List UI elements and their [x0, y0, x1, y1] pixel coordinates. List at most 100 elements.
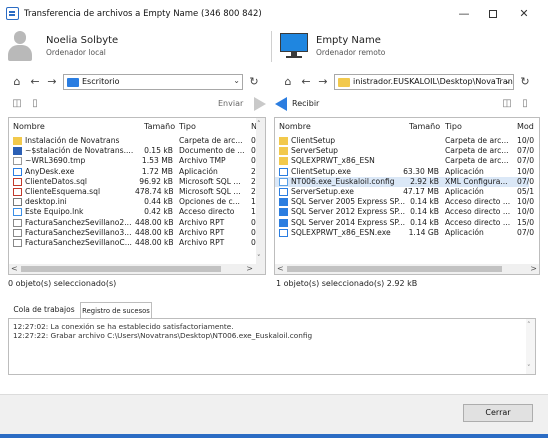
- receive-button[interactable]: Recibir: [292, 99, 319, 108]
- column-header-type[interactable]: Tipo: [179, 122, 196, 131]
- send-arrow-icon[interactable]: [254, 97, 266, 111]
- local-path-text: Escritorio: [82, 77, 120, 86]
- local-file-list[interactable]: Nombre Tamaño Tipo N Instalación de Nova…: [8, 117, 266, 275]
- file-size: 47.17 MB: [403, 186, 439, 196]
- file-row[interactable]: ClientSetup Carpeta de arc... 10/0: [275, 136, 534, 146]
- file-row[interactable]: ClienteDatos.sql 96.92 kB Microsoft SQL ..…: [9, 177, 256, 187]
- local-path-input[interactable]: Escritorio ⌄: [63, 74, 243, 90]
- file-row[interactable]: ClienteEsquema.sql 478.74 kB Microsoft SQL…: [9, 186, 256, 197]
- maximize-icon: [489, 10, 497, 18]
- scroll-up-icon[interactable]: ˄: [257, 120, 261, 128]
- file-row[interactable]: SQL Server 2012 Express SP... 0.14 kB Acce…: [275, 207, 534, 217]
- local-path-dropdown-icon[interactable]: ⌄: [233, 76, 240, 85]
- receive-arrow-icon[interactable]: [275, 97, 287, 111]
- local-vertical-scrollbar[interactable]: ˄ ˅: [256, 118, 265, 264]
- scroll-left-icon[interactable]: <: [277, 264, 284, 273]
- file-row[interactable]: SQL Server 2005 Express SP... 0.14 kB Acce…: [275, 197, 534, 207]
- local-delete-icon[interactable]: ▯: [28, 97, 42, 111]
- file-row[interactable]: FacturaSanchezSevillano3... 448.00 kB Arch…: [9, 228, 256, 238]
- file-name: ServerSetup: [291, 146, 339, 156]
- file-row[interactable]: FacturaSanchezSevillanoC... 448.00 kB Arch…: [9, 237, 256, 248]
- local-home-icon[interactable]: ⌂: [10, 74, 24, 90]
- local-user-avatar-icon: [8, 31, 32, 61]
- file-modified: 10/0: [517, 136, 535, 145]
- file-row[interactable]: SQL Server 2014 Express SP... 0.14 kB Acce…: [275, 217, 534, 228]
- local-forward-button[interactable]: →: [45, 74, 59, 90]
- file-type: Aplicación: [445, 166, 484, 176]
- file-row[interactable]: desktop.ini 0.44 kB Opciones de c... 1: [9, 197, 256, 207]
- sqlserver-icon: [279, 208, 288, 217]
- remote-back-button[interactable]: ←: [299, 74, 313, 90]
- sqlserver-icon: [279, 198, 288, 207]
- window-title: Transferencia de archivos a Empty Name (…: [24, 9, 262, 19]
- column-header-modified[interactable]: Mod: [517, 122, 534, 131]
- scroll-down-icon[interactable]: ˅: [257, 254, 261, 262]
- file-row[interactable]: Este Equipo.lnk 0.42 kB Acceso directo 1: [9, 207, 256, 217]
- file-name: Este Equipo.lnk: [25, 207, 84, 217]
- local-status-text: 0 objeto(s) seleccionado(s): [8, 279, 117, 288]
- local-refresh-button[interactable]: ↻: [247, 74, 261, 90]
- scroll-right-icon[interactable]: >: [246, 264, 253, 273]
- file-row[interactable]: AnyDesk.exe 1.72 MB Aplicación 2: [9, 167, 256, 177]
- file-row[interactable]: SQLEXPRWT_x86_ESN.exe 1.14 GB Aplicación 07…: [275, 227, 534, 238]
- log-scrollbar[interactable]: ˄ ˅: [526, 319, 535, 374]
- file-row[interactable]: ServerSetup.exe 47.17 MB Aplicación 05/1: [275, 186, 534, 197]
- column-header-size[interactable]: Tamaño: [144, 122, 175, 131]
- column-header-name[interactable]: Nombre: [279, 122, 311, 131]
- file-size: 1.14 GB: [408, 227, 439, 237]
- file-row[interactable]: NT006.exe_Euskaloil.config 2.92 kB XML Con…: [275, 176, 534, 187]
- remote-hscroll-thumb[interactable]: [287, 266, 502, 272]
- send-button[interactable]: Enviar: [218, 99, 243, 108]
- file-modified: 10/0: [517, 166, 535, 176]
- file-row[interactable]: ~$stalación de Novatrans.... 0.15 kB Docum…: [9, 146, 256, 156]
- file-type: Archivo RPT: [179, 217, 225, 227]
- file-row[interactable]: ~WRL3690.tmp 1.53 MB Archivo TMP 0: [9, 156, 256, 166]
- folder-icon: [279, 147, 288, 156]
- remote-new-folder-icon[interactable]: ◫: [500, 97, 514, 111]
- close-window-button[interactable]: ✕: [507, 3, 541, 25]
- remote-file-list[interactable]: Nombre Tamaño Tipo Mod ClientSetup Carpet…: [274, 117, 540, 275]
- header-divider: [271, 31, 272, 62]
- file-name: SQLEXPRWT_x86_ESN.exe: [291, 227, 391, 237]
- file-name: FacturaSanchezSevillanoC...: [25, 237, 132, 247]
- file-modified: 07/0: [517, 176, 535, 186]
- local-new-folder-icon[interactable]: ◫: [10, 97, 24, 111]
- ini-icon: [13, 198, 22, 207]
- local-horizontal-scrollbar[interactable]: < >: [9, 264, 265, 274]
- file-row[interactable]: FacturaSanchezSevillano2... 448.00 kB Arch…: [9, 217, 256, 228]
- scroll-up-icon[interactable]: ˄: [527, 321, 531, 329]
- remote-folder-icon: [338, 78, 350, 87]
- maximize-button[interactable]: [476, 3, 510, 25]
- file-row[interactable]: ServerSetup Carpeta de arc... 07/0: [275, 146, 534, 156]
- column-header-type[interactable]: Tipo: [445, 122, 462, 131]
- column-header-name[interactable]: Nombre: [13, 122, 45, 131]
- file-name: ClienteEsquema.sql: [25, 186, 101, 196]
- remote-path-input[interactable]: inistrador.EUSKALOIL\Desktop\NovaTrans ⌄: [334, 74, 514, 90]
- file-row[interactable]: Instalación de Novatrans Carpeta de arc..…: [9, 136, 256, 146]
- footer-accent-line: [0, 434, 548, 438]
- file-row[interactable]: ClientSetup.exe 63.30 MB Aplicación 10/0: [275, 166, 534, 177]
- file-row[interactable]: SQLEXPRWT_x86_ESN Carpeta de arc... 07/0: [275, 156, 534, 166]
- remote-refresh-button[interactable]: ↻: [518, 74, 532, 90]
- remote-horizontal-scrollbar[interactable]: < >: [275, 264, 539, 274]
- remote-delete-icon[interactable]: ▯: [518, 97, 532, 111]
- file-type: Acceso directo ...: [445, 197, 511, 207]
- file-type: Acceso directo: [179, 207, 235, 217]
- scroll-right-icon[interactable]: >: [530, 264, 537, 273]
- tab-event-log[interactable]: Registro de sucesos: [80, 302, 152, 319]
- column-header-size[interactable]: Tamaño: [409, 122, 440, 131]
- remote-home-icon[interactable]: ⌂: [281, 74, 295, 90]
- file-modified: 07/0: [517, 146, 535, 156]
- file-type: Aplicación: [445, 227, 484, 237]
- remote-forward-button[interactable]: →: [316, 74, 330, 90]
- remote-path-dropdown-icon[interactable]: ⌄: [504, 76, 511, 85]
- tab-job-queue[interactable]: Cola de trabajos: [8, 302, 80, 319]
- local-hscroll-thumb[interactable]: [21, 266, 221, 272]
- close-button[interactable]: Cerrar: [463, 404, 533, 422]
- rpt-icon: [13, 218, 22, 227]
- scroll-down-icon[interactable]: ˅: [527, 364, 531, 372]
- file-type: Opciones de c...: [179, 197, 240, 207]
- scroll-left-icon[interactable]: <: [11, 264, 18, 273]
- local-back-button[interactable]: ←: [28, 74, 42, 90]
- file-name: SQL Server 2014 Express SP...: [291, 217, 405, 227]
